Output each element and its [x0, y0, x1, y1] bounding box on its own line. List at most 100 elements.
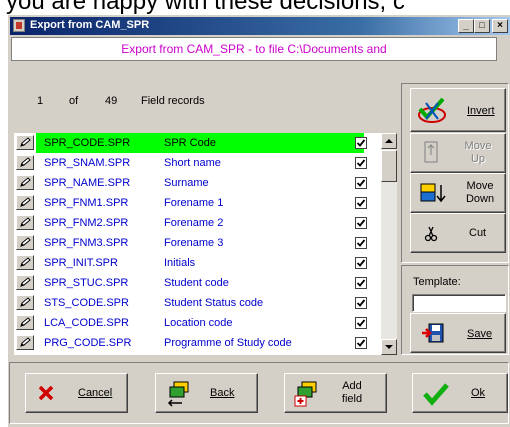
checkmark-icon — [356, 299, 366, 307]
scroll-thumb[interactable] — [381, 150, 397, 182]
table-row[interactable]: SPR_STUC.SPR Student code — [14, 273, 374, 293]
arrow-down-icon — [385, 345, 393, 349]
table-row[interactable]: SPR_FNM1.SPR Forename 1 — [14, 193, 374, 213]
save-button[interactable]: Save — [410, 313, 506, 353]
scroll-up-button[interactable] — [381, 133, 397, 149]
table-row[interactable]: SPR_NAME.SPR Surname — [14, 173, 374, 193]
field-description: Programme of Study code — [164, 337, 292, 349]
add-field-button[interactable]: Add field — [284, 373, 387, 413]
move-up-label-1: Move — [464, 140, 492, 152]
edit-field-button[interactable] — [16, 155, 34, 170]
pencil-icon — [20, 337, 31, 347]
edit-field-button[interactable] — [16, 275, 34, 290]
pencil-icon — [20, 257, 31, 267]
cancel-button[interactable]: Cancel — [25, 373, 128, 413]
field-description: Forename 1 — [164, 197, 224, 209]
scroll-down-button[interactable] — [381, 339, 397, 355]
ok-label: Ok — [471, 387, 486, 399]
move-down-icon — [420, 183, 446, 203]
record-label: Field records — [141, 95, 205, 107]
edit-field-button[interactable] — [16, 135, 34, 150]
include-checkbox[interactable] — [355, 137, 367, 149]
table-row[interactable]: PRG_CODE.SPR Programme of Study code — [14, 333, 374, 353]
checkmark-icon — [356, 159, 366, 167]
include-checkbox[interactable] — [355, 157, 367, 169]
include-checkbox[interactable] — [355, 197, 367, 209]
back-button[interactable]: Back — [155, 373, 258, 413]
checkmark-icon — [356, 319, 366, 327]
table-row[interactable]: SPR_INIT.SPR Initials — [14, 253, 374, 273]
table-row[interactable]: SPR_FNM2.SPR Forename 2 — [14, 213, 374, 233]
field-list: SPR_CODE.SPR SPR Code SPR_SNAM.SPR Short na… — [14, 133, 382, 355]
invert-icon — [418, 97, 446, 123]
field-code: LCA_CODE.SPR — [44, 317, 129, 329]
pencil-icon — [20, 277, 31, 287]
checkmark-icon — [356, 219, 366, 227]
pencil-icon — [20, 157, 31, 167]
table-row[interactable]: SPR_CODE.SPR SPR Code — [14, 133, 374, 153]
move-down-button[interactable]: Move Down — [410, 173, 506, 213]
move-up-button[interactable]: Move Up — [410, 133, 506, 173]
edit-field-button[interactable] — [16, 195, 34, 210]
include-checkbox[interactable] — [355, 317, 367, 329]
edit-field-button[interactable] — [16, 175, 34, 190]
field-code: SPR_CODE.SPR — [44, 137, 131, 149]
add-field-icon — [294, 381, 317, 407]
template-input[interactable] — [412, 294, 506, 312]
field-description: Short name — [164, 157, 221, 169]
include-checkbox[interactable] — [355, 337, 367, 349]
scissors-icon — [424, 226, 438, 242]
move-down-label-2: Down — [465, 193, 495, 205]
checkmark-icon — [356, 139, 366, 147]
edit-field-button[interactable] — [16, 215, 34, 230]
title-bar: Export from CAM_SPR _ □ × — [10, 17, 510, 35]
include-checkbox[interactable] — [355, 237, 367, 249]
edit-field-button[interactable] — [16, 295, 34, 310]
include-checkbox[interactable] — [355, 217, 367, 229]
include-checkbox[interactable] — [355, 277, 367, 289]
field-code: SPR_INIT.SPR — [44, 257, 118, 269]
cut-label: Cut — [469, 227, 487, 239]
checkmark-icon — [356, 179, 366, 187]
field-code: PRG_CODE.SPR — [44, 337, 132, 349]
ok-button[interactable]: Ok — [412, 373, 508, 413]
invert-button[interactable]: Invert — [410, 88, 506, 132]
edit-field-button[interactable] — [16, 315, 34, 330]
cancel-label: Cancel — [78, 387, 113, 399]
ok-checkmark-icon — [423, 383, 449, 406]
field-code: SPR_NAME.SPR — [44, 177, 131, 189]
checkmark-icon — [356, 239, 366, 247]
record-current: 1 — [37, 95, 44, 107]
include-checkbox[interactable] — [355, 297, 367, 309]
close-button[interactable]: × — [492, 19, 508, 33]
pencil-icon — [20, 137, 31, 147]
table-row[interactable]: LCA_CODE.SPR Location code — [14, 313, 374, 333]
minimize-button[interactable]: _ — [458, 19, 474, 33]
edit-field-button[interactable] — [16, 255, 34, 270]
field-list-scrollbar[interactable] — [381, 133, 397, 355]
window-title: Export from CAM_SPR — [30, 19, 150, 31]
table-row[interactable]: STS_CODE.SPR Student Status code — [14, 293, 374, 313]
cut-button[interactable]: Cut — [410, 213, 506, 253]
invert-label: Invert — [467, 105, 495, 117]
edit-field-button[interactable] — [16, 235, 34, 250]
export-destination-banner: Export from CAM_SPR - to file C:\Documen… — [11, 37, 497, 61]
pencil-icon — [20, 197, 31, 207]
include-checkbox[interactable] — [355, 257, 367, 269]
checkmark-icon — [356, 259, 366, 267]
include-checkbox[interactable] — [355, 177, 367, 189]
record-total: 49 — [105, 95, 118, 107]
field-description: Student code — [164, 277, 229, 289]
field-code: SPR_STUC.SPR — [44, 277, 129, 289]
record-of: of — [69, 95, 79, 107]
field-description: Initials — [164, 257, 196, 269]
restore-button[interactable]: □ — [474, 19, 490, 33]
back-label: Back — [210, 387, 235, 399]
table-row[interactable]: SPR_FNM3.SPR Forename 3 — [14, 233, 374, 253]
field-code: SPR_FNM1.SPR — [44, 197, 129, 209]
checkmark-icon — [356, 199, 366, 207]
pencil-icon — [20, 177, 31, 187]
edit-field-button[interactable] — [16, 335, 34, 350]
move-down-label-1: Move — [466, 180, 494, 192]
table-row[interactable]: SPR_SNAM.SPR Short name — [14, 153, 374, 173]
